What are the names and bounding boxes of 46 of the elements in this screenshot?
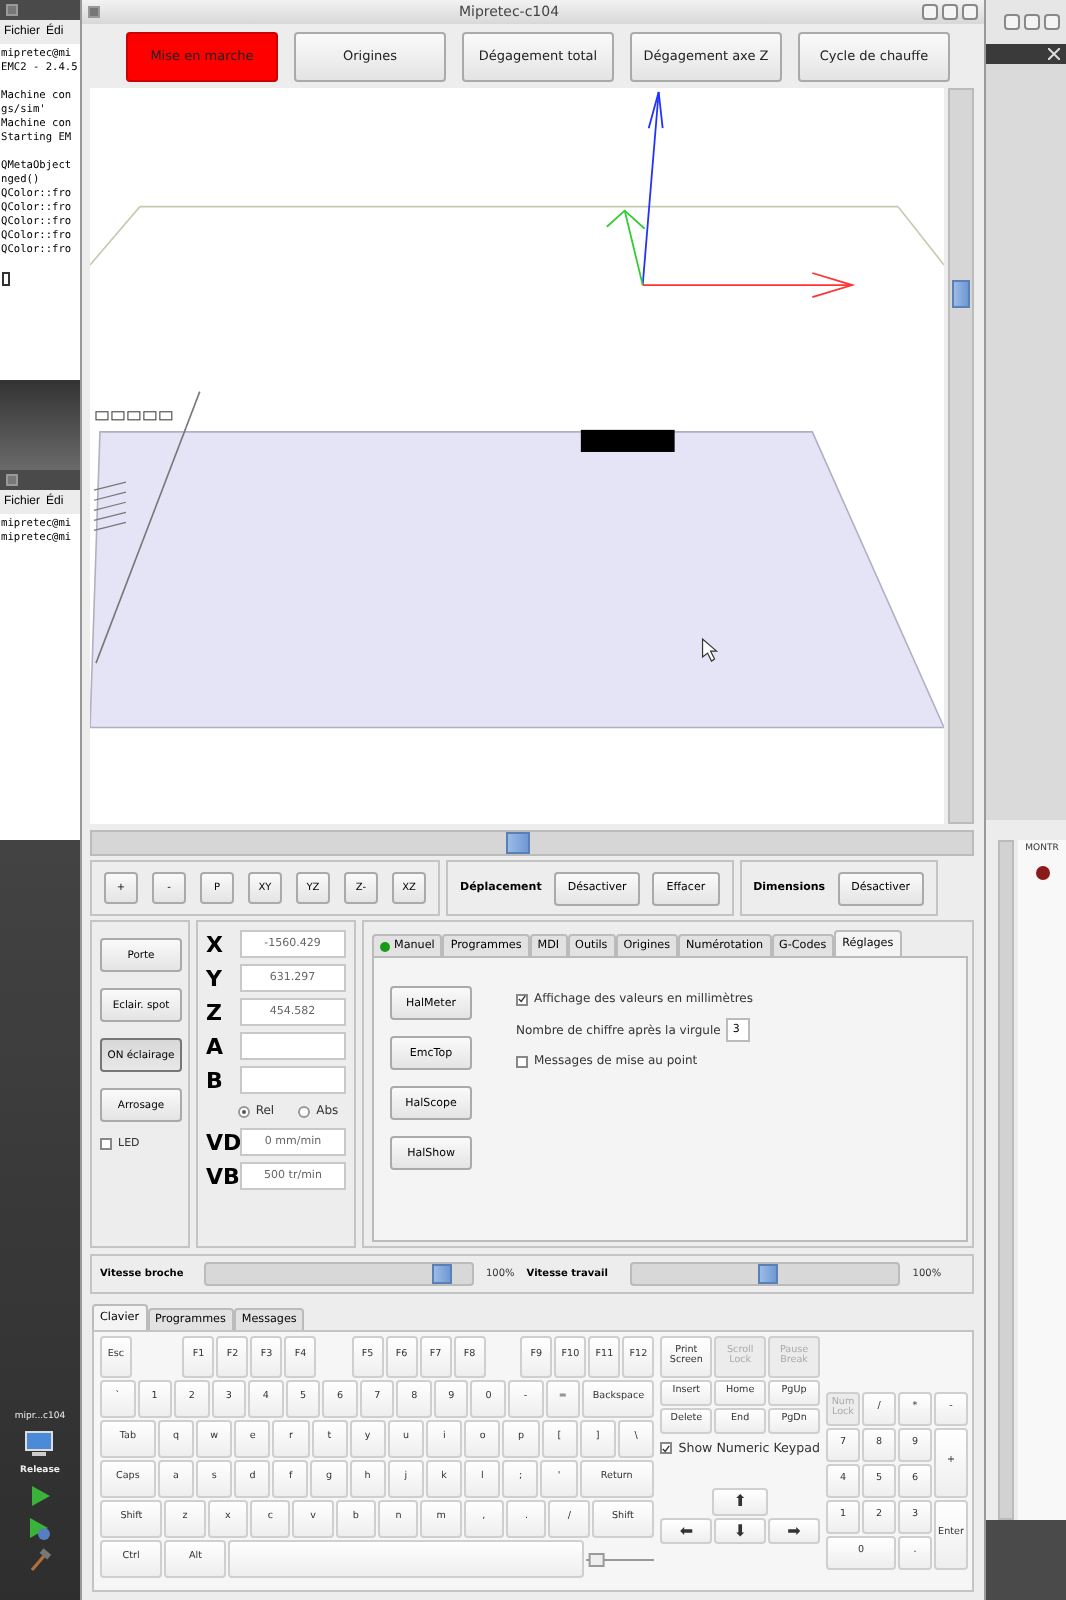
maximize-button[interactable] — [1024, 14, 1040, 30]
mouse-cursor-icon — [701, 637, 719, 662]
computer-icon[interactable] — [24, 1430, 56, 1458]
desktop-background — [986, 1520, 1066, 1600]
arrow-key[interactable]: ⬅ — [660, 1518, 713, 1544]
minimize-button[interactable] — [922, 4, 938, 20]
close-icon[interactable] — [1048, 48, 1060, 60]
vertical-scrollbar[interactable] — [998, 840, 1014, 1520]
axis-label: Z — [206, 999, 224, 1025]
speed-slider[interactable] — [630, 1262, 901, 1286]
arrow-key[interactable]: ⬇ — [714, 1518, 767, 1544]
axis-label: B — [206, 1067, 225, 1093]
slider-thumb[interactable] — [589, 1552, 606, 1566]
close-button[interactable] — [1044, 14, 1060, 30]
radio-button[interactable] — [237, 1105, 250, 1117]
hammer-icon[interactable] — [28, 1548, 52, 1572]
axis-label: A — [206, 1033, 226, 1059]
play-gear-icon[interactable] — [28, 1516, 52, 1540]
checkbox[interactable] — [516, 1055, 528, 1067]
speed-slider[interactable] — [204, 1262, 474, 1286]
text-cursor — [1, 272, 9, 286]
coordinate-field — [239, 1066, 346, 1094]
led-checkbox[interactable] — [100, 1138, 112, 1150]
status-dot — [380, 941, 390, 951]
checkbox[interactable] — [516, 993, 528, 1005]
coordinate-field — [239, 1032, 346, 1060]
window-icon — [88, 6, 100, 18]
radio-button[interactable] — [298, 1105, 311, 1117]
close-button[interactable] — [962, 4, 978, 20]
vertical-scrollbar[interactable] — [948, 88, 974, 824]
slider-thumb[interactable] — [431, 1264, 452, 1284]
maximize-button[interactable] — [942, 4, 958, 20]
axis-label: X — [206, 931, 225, 957]
size-slider[interactable] — [586, 1551, 655, 1567]
arrow-key[interactable]: ⬆ — [712, 1488, 768, 1516]
minimize-button[interactable] — [1004, 14, 1020, 30]
axis-label: Y — [206, 965, 224, 991]
arrow-key[interactable]: ➡ — [768, 1518, 820, 1544]
slider-thumb[interactable] — [758, 1264, 779, 1284]
rate-label: VB — [206, 1163, 234, 1189]
horizontal-scrollbar[interactable] — [90, 830, 974, 856]
checkbox[interactable] — [660, 1442, 673, 1454]
terminal-icon — [6, 4, 18, 16]
play-icon[interactable] — [28, 1484, 52, 1508]
terminal-icon — [6, 474, 18, 486]
status-light — [1035, 866, 1049, 880]
